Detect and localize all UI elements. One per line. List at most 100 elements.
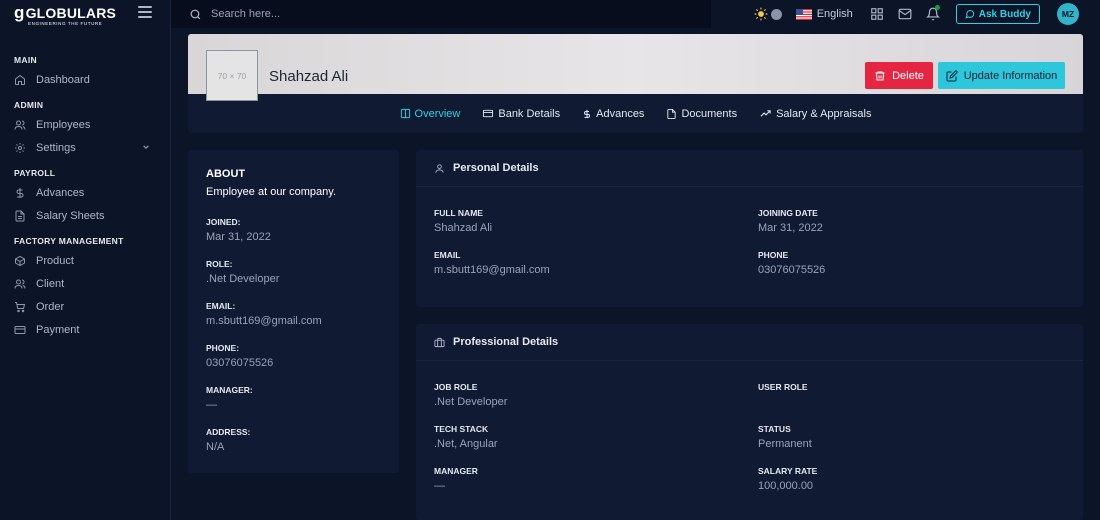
field-value: Permanent xyxy=(758,438,812,450)
sidebar-item-advances[interactable]: Advances xyxy=(0,181,170,204)
tab-documents[interactable]: Documents xyxy=(666,108,737,120)
file-icon xyxy=(667,108,677,119)
brand: g GLOBULARS ENGINEERING THE FUTURE xyxy=(0,0,170,28)
update-information-button[interactable]: Update Information xyxy=(938,62,1065,89)
sidebar-item-employees[interactable]: Employees xyxy=(0,113,170,136)
search-icon xyxy=(190,9,201,19)
field-value: .Net Developer xyxy=(434,396,508,408)
field-label: MANAGER xyxy=(434,466,478,476)
delete-label: Delete xyxy=(892,69,924,82)
professional-manager: MANAGER — xyxy=(434,466,478,492)
nav-section-factory-management: FACTORY MANAGEMENT xyxy=(14,236,124,246)
ask-buddy-label: Ask Buddy xyxy=(978,8,1031,20)
tab-label: Bank Details xyxy=(498,107,561,120)
field-value: Mar 31, 2022 xyxy=(206,231,271,243)
file-icon xyxy=(14,210,26,222)
about-address: ADDRESS: N/A xyxy=(206,427,250,453)
field-value: — xyxy=(206,399,217,411)
sidebar: g GLOBULARS ENGINEERING THE FUTURE MAIN D… xyxy=(0,0,171,520)
about-role: ROLE: .Net Developer xyxy=(206,259,279,285)
field-label: JOINED: xyxy=(206,217,241,227)
sidebar-item-payment[interactable]: Payment xyxy=(0,318,170,341)
us-flag-icon xyxy=(795,8,812,20)
personal-details-header: Personal Details xyxy=(416,150,1083,187)
logo-mark-icon: g xyxy=(14,2,25,22)
trending-up-icon xyxy=(760,110,771,117)
box-icon xyxy=(14,255,26,267)
notifications-button[interactable] xyxy=(925,5,940,21)
logo[interactable]: g GLOBULARS ENGINEERING THE FUTURE xyxy=(14,3,116,26)
sidebar-item-settings[interactable]: Settings xyxy=(0,136,170,159)
avatar[interactable]: MZ xyxy=(1057,3,1079,25)
personal-full-name: FULL NAME Shahzad Ali xyxy=(434,208,492,234)
sidebar-item-label: Payment xyxy=(36,323,80,336)
sidebar-item-label: Dashboard xyxy=(36,73,90,86)
chevron-down-icon[interactable] xyxy=(142,143,150,151)
tab-bank-details[interactable]: Bank Details xyxy=(482,108,560,120)
dollar-icon xyxy=(14,187,26,199)
notification-dot xyxy=(934,5,940,10)
sidebar-item-product[interactable]: Product xyxy=(0,249,170,272)
edit-icon xyxy=(946,69,958,81)
about-card: ABOUT Employee at our company. JOINED: M… xyxy=(188,150,399,473)
tab-advances[interactable]: Advances xyxy=(582,108,644,120)
field-label: ROLE: xyxy=(206,259,233,269)
about-subtitle: Employee at our company. xyxy=(206,186,337,198)
home-icon xyxy=(14,74,26,86)
professional-details-header: Professional Details xyxy=(416,324,1083,361)
personal-details-title: Personal Details xyxy=(453,162,539,174)
apps-grid-icon[interactable] xyxy=(870,7,884,21)
credit-card-icon xyxy=(14,324,26,336)
brand-tagline: ENGINEERING THE FUTURE xyxy=(28,20,103,26)
credit-card-icon xyxy=(483,109,494,118)
sidebar-item-salary-sheets[interactable]: Salary Sheets xyxy=(0,204,170,227)
sidebar-item-dashboard[interactable]: Dashboard xyxy=(0,68,170,91)
field-label: STATUS xyxy=(758,424,791,434)
tab-label: Salary & Appraisals xyxy=(776,107,872,120)
field-value: N/A xyxy=(206,441,225,453)
field-value: 100,000.00 xyxy=(758,480,814,492)
sidebar-item-label: Product xyxy=(36,254,74,267)
users-icon xyxy=(14,278,26,290)
field-value: .Net, Angular xyxy=(434,438,498,450)
ask-buddy-button[interactable]: Ask Buddy xyxy=(955,4,1040,24)
search-input[interactable] xyxy=(211,8,611,20)
profile-tabs: Overview Bank Details Advances Documents… xyxy=(188,94,1083,133)
sidebar-item-client[interactable]: Client xyxy=(0,272,170,295)
users-icon xyxy=(14,119,26,131)
topbar: English Ask Buddy MZ xyxy=(171,0,1100,28)
tab-label: Overview xyxy=(414,107,461,120)
field-label: TECH STACK xyxy=(434,424,489,434)
sidebar-item-label: Employees xyxy=(36,118,91,131)
personal-email: EMAIL m.sbutt169@gmail.com xyxy=(434,250,550,276)
brand-name: GLOBULARS xyxy=(25,4,117,21)
topbar-actions: English Ask Buddy MZ xyxy=(754,0,1100,28)
sidebar-item-label: Advances xyxy=(36,186,85,199)
professional-status: STATUS Permanent xyxy=(758,424,812,450)
field-value: Shahzad Ali xyxy=(434,222,493,234)
field-value: .Net Developer xyxy=(206,273,280,285)
professional-salary-rate: SALARY RATE 100,000.00 xyxy=(758,466,817,492)
field-label: EMAIL: xyxy=(206,301,236,311)
field-label: JOB ROLE xyxy=(434,382,478,392)
sidebar-item-label: Settings xyxy=(36,141,76,154)
language-selector[interactable]: English xyxy=(795,8,853,20)
about-email: EMAIL: m.sbutt169@gmail.com xyxy=(206,301,322,327)
tab-overview[interactable]: Overview xyxy=(400,107,461,120)
personal-details-card: Personal Details FULL NAME Shahzad Ali J… xyxy=(416,150,1083,307)
trash-icon xyxy=(875,71,885,80)
field-label: USER ROLE xyxy=(758,382,808,392)
personal-phone: PHONE 03076075526 xyxy=(758,250,825,276)
tab-salary-appraisals[interactable]: Salary & Appraisals xyxy=(759,108,871,120)
mail-icon[interactable] xyxy=(898,7,912,21)
menu-toggle-icon[interactable] xyxy=(138,6,152,18)
delete-button[interactable]: Delete xyxy=(865,62,933,89)
field-value: Mar 31, 2022 xyxy=(758,222,823,234)
sidebar-item-order[interactable]: Order xyxy=(0,295,170,318)
theme-toggle[interactable] xyxy=(754,7,782,21)
professional-job-role: JOB ROLE .Net Developer xyxy=(434,382,507,408)
field-label: PHONE xyxy=(758,250,789,260)
columns-icon xyxy=(400,108,410,119)
nav-section-main: MAIN xyxy=(14,55,37,65)
professional-details-card: Professional Details JOB ROLE .Net Devel… xyxy=(416,324,1083,520)
